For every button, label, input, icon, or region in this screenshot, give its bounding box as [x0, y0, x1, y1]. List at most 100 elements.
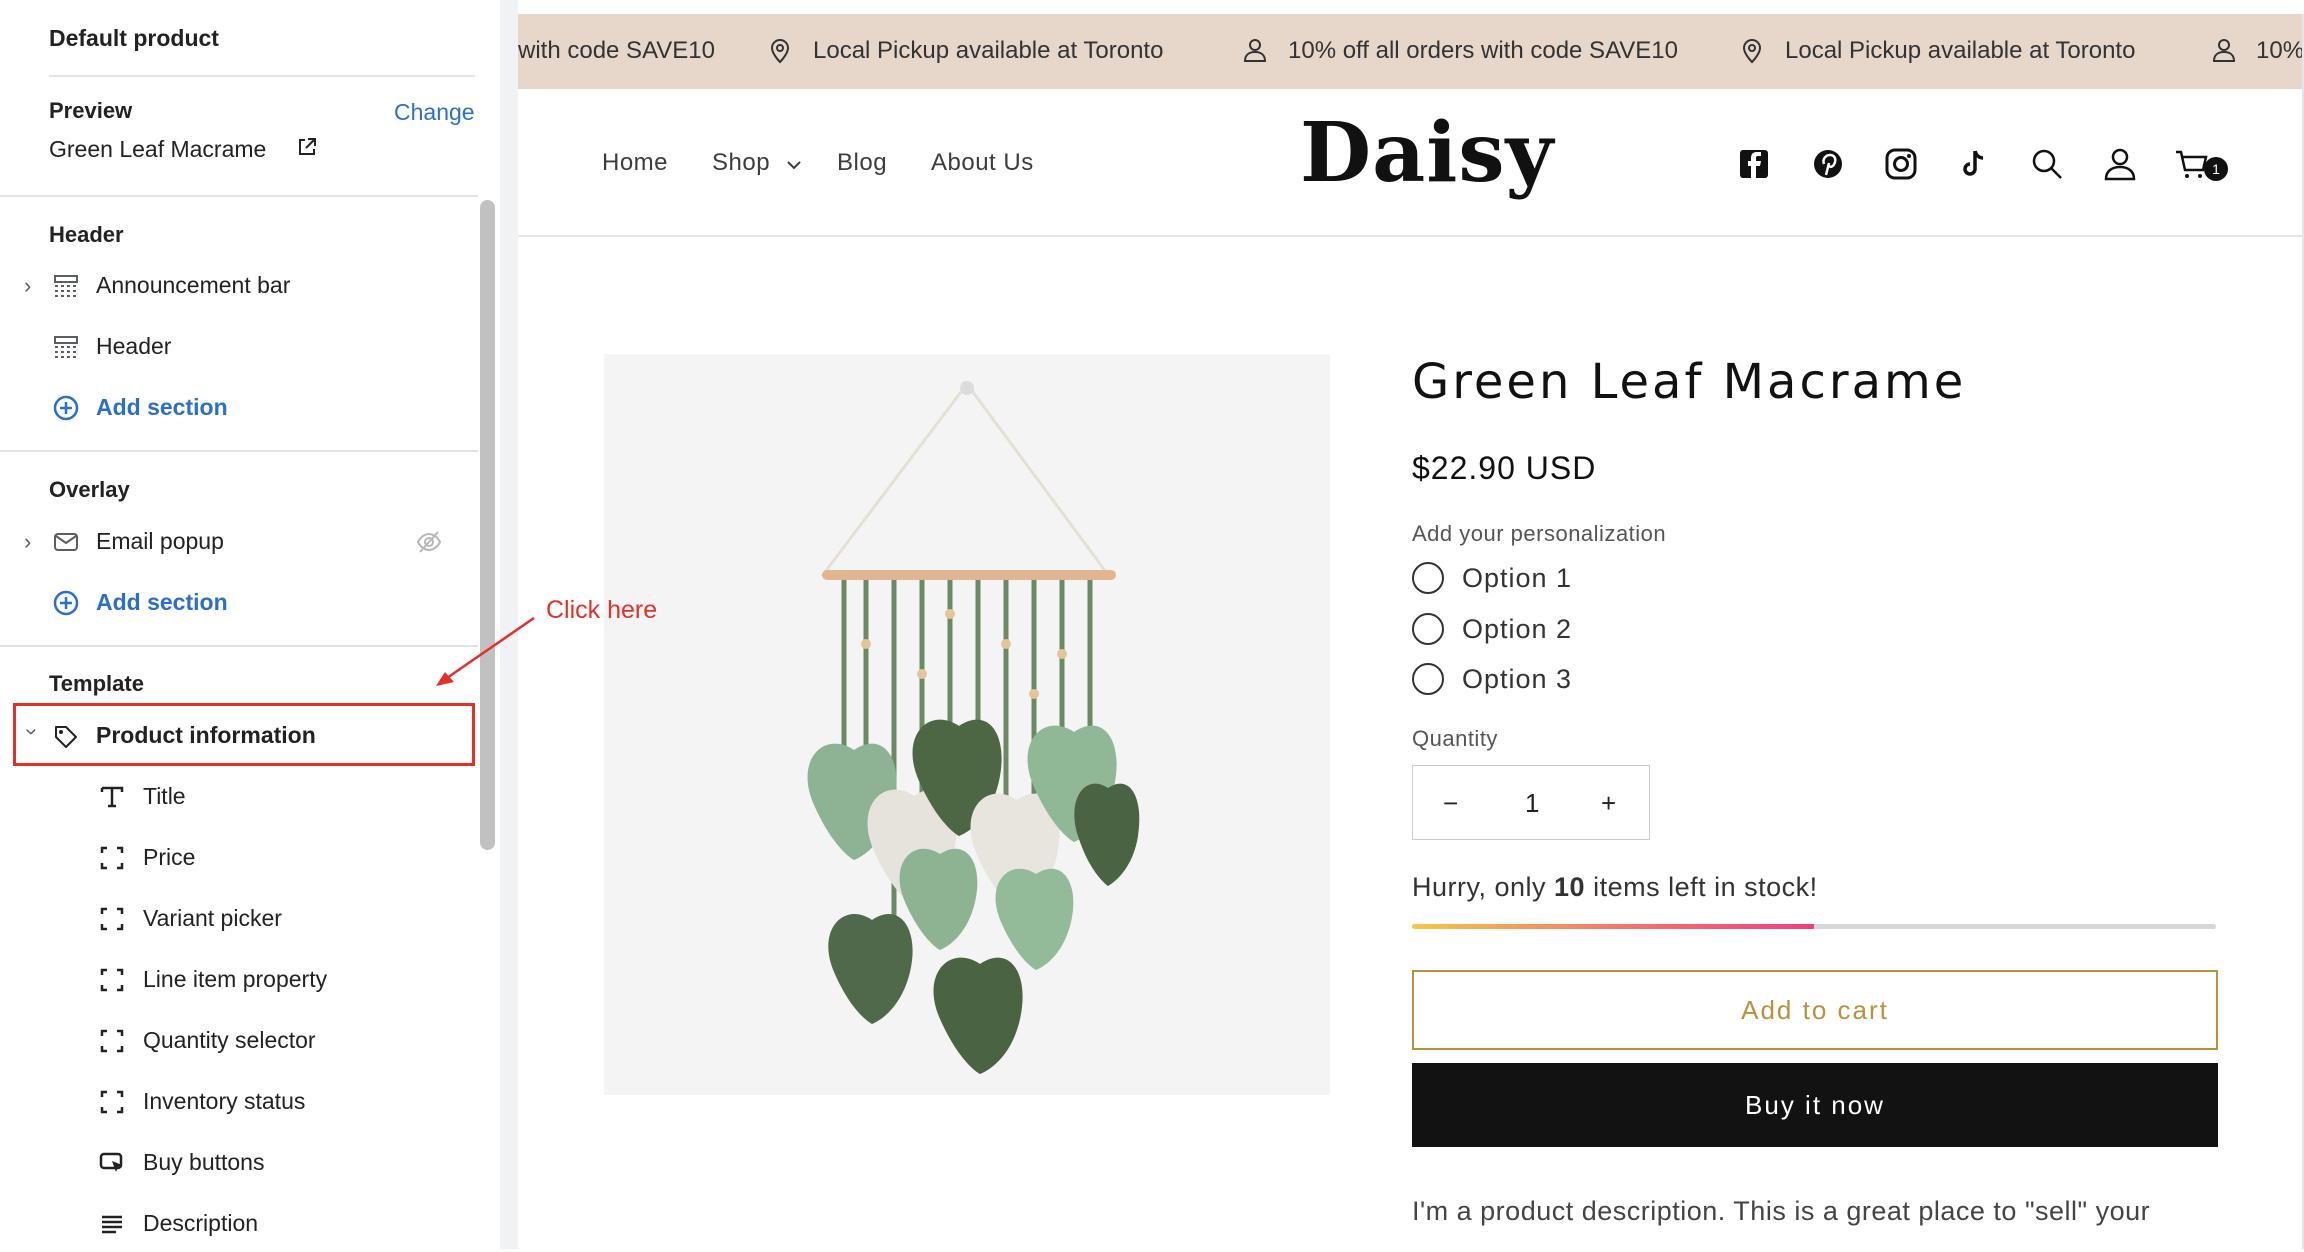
divider [0, 195, 478, 197]
nav-shop[interactable]: Shop [712, 149, 770, 177]
location-pin-icon [1742, 39, 1762, 64]
section-label: Header [96, 333, 172, 359]
location-pin-icon [770, 39, 790, 64]
facebook-icon[interactable] [1735, 145, 1773, 183]
cart-count-badge: 1 [2204, 157, 2228, 181]
hidden-eye-icon[interactable] [416, 530, 442, 554]
quantity-stepper: − 1 + [1412, 765, 1650, 840]
external-link-icon[interactable] [297, 137, 317, 157]
tag-icon [55, 726, 77, 748]
annotation-arrow-icon [436, 616, 535, 686]
block-label: Quantity selector [143, 1027, 316, 1053]
cursor-click-icon [99, 1152, 123, 1172]
divider [0, 450, 478, 452]
block-label: Title [143, 783, 186, 809]
sidebar-title: Default product [49, 25, 219, 51]
block-label: Price [143, 844, 196, 870]
storefront-preview: with code SAVE10 Local Pickup available … [518, 0, 2304, 1249]
nav-blog[interactable]: Blog [837, 149, 887, 177]
stock-progress-bar [1412, 924, 2216, 929]
block-label: Inventory status [143, 1088, 306, 1114]
group-title-template: Template [49, 671, 144, 696]
option-label: Option 2 [1462, 614, 1573, 644]
group-title-overlay: Overlay [49, 477, 130, 502]
announcement-bar[interactable]: with code SAVE10 Local Pickup available … [518, 14, 2304, 89]
text-icon [100, 786, 124, 808]
nav-about-us[interactable]: About Us [931, 149, 1034, 177]
personalization-label: Add your personalization [1412, 521, 1667, 546]
block-line-item-property[interactable]: Line item property [0, 952, 478, 1008]
divider [0, 645, 478, 647]
add-section-overlay-button[interactable]: Add section [0, 575, 478, 631]
section-label: Product information [96, 722, 316, 748]
block-quantity-selector[interactable]: Quantity selector [0, 1013, 478, 1069]
layout-section-icon [54, 275, 78, 297]
quantity-decrease-button[interactable]: − [1443, 788, 1458, 819]
plus-circle-icon [53, 590, 79, 616]
chevron-right-icon[interactable]: › [24, 274, 40, 298]
block-description[interactable]: Description [0, 1196, 478, 1252]
radio-button[interactable] [1412, 663, 1444, 695]
buy-it-now-button[interactable]: Buy it now [1412, 1063, 2218, 1147]
account-icon[interactable] [2101, 145, 2139, 183]
block-label: Variant picker [143, 905, 282, 931]
block-frame-icon [100, 846, 124, 870]
store-header: Home Shop Blog About Us Daisy [518, 89, 2304, 237]
section-header[interactable]: Header [0, 319, 478, 375]
stock-count: 10 [1554, 872, 1586, 902]
quantity-increase-button[interactable]: + [1601, 788, 1616, 819]
section-announcement-bar[interactable]: › Announcement bar [0, 258, 478, 314]
block-label: Line item property [143, 966, 328, 992]
quantity-value[interactable]: 1 [1525, 788, 1539, 819]
block-label: Description [143, 1210, 259, 1236]
chevron-right-icon[interactable]: › [24, 530, 40, 554]
section-product-information[interactable]: › Product information [0, 708, 478, 764]
theme-editor-sidebar: Default product Preview Change Green Lea… [0, 0, 500, 1249]
add-section-header-button[interactable]: Add section [0, 380, 478, 436]
block-inventory-status[interactable]: Inventory status [0, 1074, 478, 1130]
announcement-text: Local Pickup available at Toronto [813, 37, 1164, 64]
block-variant-picker[interactable]: Variant picker [0, 891, 478, 947]
search-icon[interactable] [2028, 145, 2066, 183]
option-label: Option 3 [1462, 664, 1573, 694]
block-buy-buttons[interactable]: Buy buttons [0, 1135, 478, 1191]
section-email-popup[interactable]: › Email popup [0, 514, 478, 570]
announcement-text: with code SAVE10 [518, 37, 716, 64]
inventory-status: Hurry, only 10 items left in stock! [1412, 872, 1818, 903]
divider [49, 75, 475, 77]
chevron-down-icon[interactable] [786, 159, 802, 171]
instagram-icon[interactable] [1882, 145, 1920, 183]
block-title[interactable]: Title [0, 769, 478, 825]
radio-button[interactable] [1412, 613, 1444, 645]
product-description: I'm a product description. This is a gre… [1412, 1196, 2151, 1226]
text-lines-icon [102, 1215, 122, 1234]
block-label: Buy buttons [143, 1149, 265, 1175]
add-section-label: Add section [96, 589, 228, 615]
preview-label: Preview [49, 98, 133, 123]
person-icon [1243, 39, 1267, 62]
add-to-cart-button[interactable]: Add to cart [1412, 970, 2218, 1050]
chevron-down-icon[interactable]: › [20, 728, 45, 744]
nav-home[interactable]: Home [602, 149, 668, 177]
annotation-click-here: Click here [546, 596, 658, 624]
sidebar-scrollbar[interactable] [480, 200, 495, 850]
radio-button[interactable] [1412, 562, 1444, 594]
person-icon [2212, 39, 2236, 62]
section-label: Email popup [96, 528, 224, 554]
pinterest-icon[interactable] [1809, 145, 1847, 183]
mail-icon [54, 533, 78, 551]
section-label: Announcement bar [96, 272, 291, 298]
product-price: $22.90 USD [1412, 450, 1597, 486]
preview-product-name[interactable]: Green Leaf Macrame [49, 136, 266, 163]
block-frame-icon [100, 968, 124, 992]
product-title: Green Leaf Macrame [1412, 354, 1967, 410]
block-price[interactable]: Price [0, 830, 478, 886]
store-logo[interactable]: Daisy [1300, 105, 1554, 201]
change-preview-link[interactable]: Change [394, 99, 475, 126]
product-image[interactable] [604, 354, 1330, 1095]
stock-progress-fill [1412, 924, 1814, 929]
stock-suffix: items left in stock! [1585, 872, 1818, 902]
announcement-text: 10% off all orders with code SAVE10 [1288, 37, 1678, 64]
tiktok-icon[interactable] [1955, 145, 1993, 183]
quantity-label: Quantity [1412, 726, 1498, 751]
